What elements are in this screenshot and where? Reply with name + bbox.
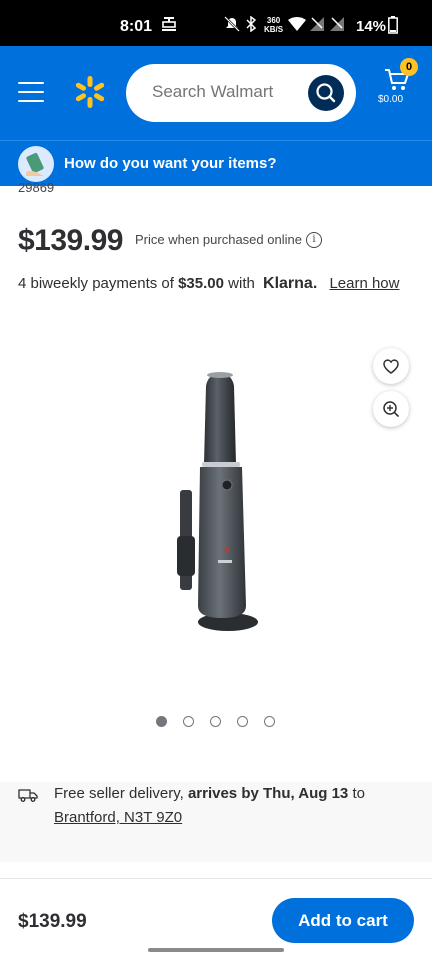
walmart-spark-logo[interactable] [72,74,108,110]
carousel-dot[interactable] [210,716,221,727]
shipping-arrival: arrives by Thu, Aug 13 [187,785,349,802]
search-button[interactable] [308,75,344,111]
signal-2-icon [330,17,344,31]
carousel-dot[interactable] [156,716,167,727]
klarna-logo: Klarna. [263,275,318,292]
carousel-dot[interactable] [237,716,248,727]
shipping-info: Free seller delivery, arrives by Thu, Au… [54,785,365,802]
cart-count-badge: 0 [400,58,418,76]
product-image[interactable] [150,366,280,636]
signal-icon [310,17,324,31]
cart-total: $0.00 [378,94,404,105]
carousel-dot[interactable] [183,716,194,727]
net-speed-unit: KB/S [264,25,284,34]
zoom-in-icon [383,401,399,417]
truck-icon [18,789,38,802]
menu-icon[interactable] [18,82,44,102]
notification-app-icon [162,17,176,31]
app-header: 0 $0.00 [0,46,432,140]
favorite-button[interactable] [373,348,409,384]
add-to-cart-button[interactable]: Add to cart [272,898,414,943]
net-speed-value: 360 [266,16,281,25]
price-note: Price when purchased online [135,232,302,247]
home-indicator[interactable] [148,948,284,952]
bottom-price: $139.99 [18,911,87,932]
bluetooth-icon [246,16,256,32]
mute-icon [224,16,240,32]
search-bar[interactable] [126,64,356,122]
search-icon [316,83,336,103]
product-price: $139.99 [18,224,123,257]
status-bar: 8:01 360 KB/S 14% [0,0,432,46]
wifi-icon [288,17,306,31]
shipping-suffix: to [352,785,365,802]
fulfillment-icon [18,146,54,182]
bottom-action-bar: $139.99 Add to cart [0,878,432,960]
learn-how-link[interactable]: Learn how [329,275,399,292]
klarna-prefix: 4 biweekly payments of [18,275,174,292]
info-icon[interactable]: i [306,232,322,248]
klarna-payment-row: 4 biweekly payments of $35.00 with Klarn… [18,275,400,293]
item-number: 29869 [18,180,55,195]
status-time: 8:01 [120,18,153,35]
delivery-location-link[interactable]: Brantford, N3T 9Z0 [54,809,182,826]
battery-level: 14% [356,18,387,35]
carousel-dot[interactable] [264,716,275,727]
zoom-button[interactable] [373,391,409,427]
klarna-with: with [228,275,255,292]
battery-icon [388,16,398,34]
cart-button[interactable]: 0 $0.00 [378,58,420,124]
search-input[interactable] [152,82,302,102]
heart-icon [383,359,399,374]
fulfillment-prompt: How do you want your items? [64,155,277,172]
net-speed: 360 KB/S [264,16,283,34]
shipping-section: Free seller delivery, arrives by Thu, Au… [0,782,432,862]
klarna-amount: $35.00 [178,275,224,292]
shipping-prefix: Free seller delivery, [54,785,184,802]
fulfillment-banner[interactable]: How do you want your items? [0,140,432,186]
